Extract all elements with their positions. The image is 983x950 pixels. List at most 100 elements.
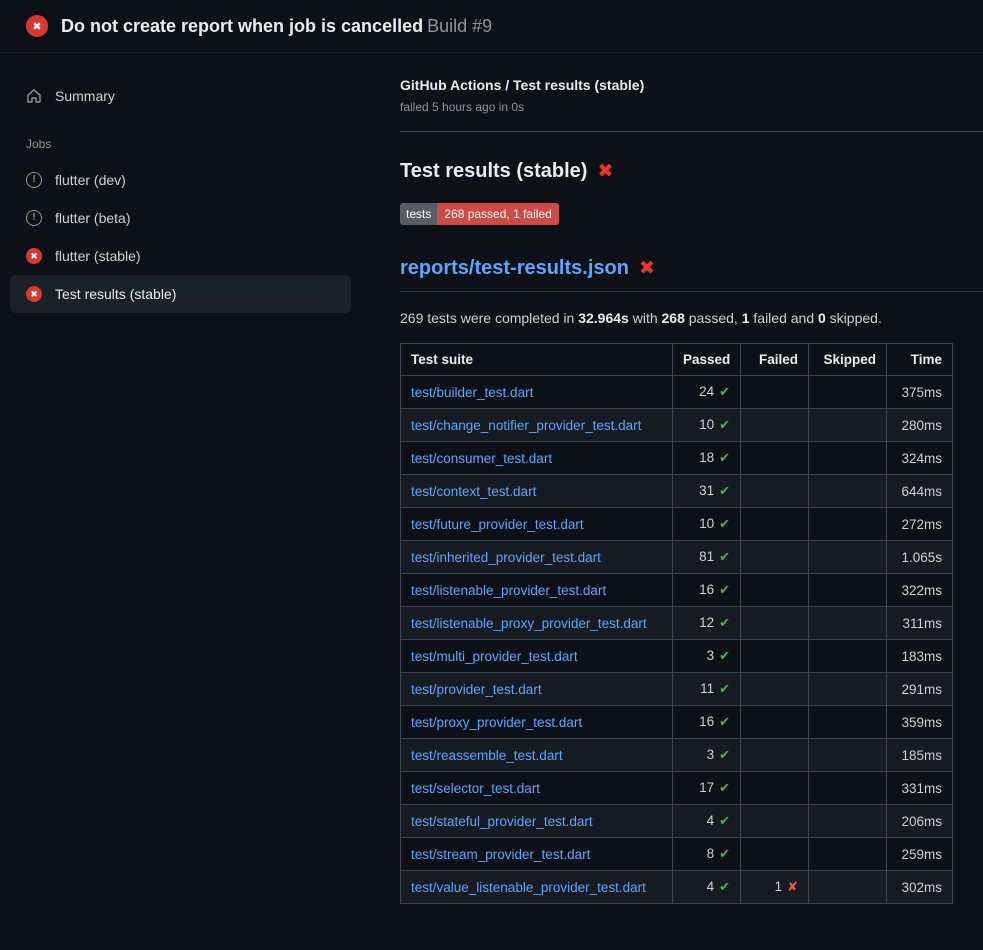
- check-icon: ✔: [719, 846, 730, 861]
- suite-link[interactable]: test/inherited_provider_test.dart: [411, 550, 601, 565]
- run-header: ✖ Do not create report when job is cance…: [0, 0, 983, 53]
- suite-link[interactable]: test/builder_test.dart: [411, 385, 533, 400]
- suite-link[interactable]: test/listenable_proxy_provider_test.dart: [411, 616, 647, 631]
- passed-cell: 3✔: [673, 640, 741, 673]
- neutral-status-icon: !: [26, 210, 42, 226]
- time-cell: 331ms: [887, 772, 953, 805]
- passed-cell: 24✔: [673, 376, 741, 409]
- col-header-skipped: Skipped: [809, 344, 887, 376]
- failed-cell: [741, 838, 809, 871]
- summary-duration: 32.964s: [578, 310, 629, 326]
- suite-link[interactable]: test/context_test.dart: [411, 484, 536, 499]
- results-table: Test suite Passed Failed Skipped Time te…: [400, 343, 953, 904]
- summary-text: failed and: [750, 310, 819, 326]
- check-icon: ✔: [719, 516, 730, 531]
- suite-link[interactable]: test/selector_test.dart: [411, 781, 540, 796]
- time-cell: 359ms: [887, 706, 953, 739]
- col-header-time: Time: [887, 344, 953, 376]
- report-heading: reports/test-results.json ✖: [400, 257, 983, 292]
- table-row: test/listenable_provider_test.dart 16✔ 3…: [401, 574, 953, 607]
- run-failed-status-icon: ✖: [26, 15, 48, 37]
- passed-cell: 16✔: [673, 706, 741, 739]
- pass-count: 12: [699, 615, 714, 630]
- failed-status-icon: ✖: [26, 286, 42, 302]
- time-cell: 644ms: [887, 475, 953, 508]
- fail-count: 1: [775, 879, 783, 894]
- suite-link[interactable]: test/consumer_test.dart: [411, 451, 552, 466]
- divider: [400, 131, 983, 132]
- col-header-test-suite: Test suite: [401, 344, 673, 376]
- failed-cell: [741, 574, 809, 607]
- check-icon: ✔: [719, 714, 730, 729]
- job-label: flutter (dev): [55, 172, 126, 188]
- passed-cell: 11✔: [673, 673, 741, 706]
- table-row: test/inherited_provider_test.dart 81✔ 1.…: [401, 541, 953, 574]
- pass-count: 17: [699, 780, 714, 795]
- table-row: test/multi_provider_test.dart 3✔ 183ms: [401, 640, 953, 673]
- suite-link[interactable]: test/provider_test.dart: [411, 682, 542, 697]
- check-icon: ✔: [719, 747, 730, 762]
- table-row: test/consumer_test.dart 18✔ 324ms: [401, 442, 953, 475]
- pass-count: 31: [699, 483, 714, 498]
- summary-text: 269 tests were completed in: [400, 310, 578, 326]
- skipped-cell: [809, 574, 887, 607]
- time-cell: 183ms: [887, 640, 953, 673]
- skipped-cell: [809, 376, 887, 409]
- report-file-link[interactable]: reports/test-results.json: [400, 257, 629, 280]
- failed-cell: [741, 475, 809, 508]
- table-header-row: Test suite Passed Failed Skipped Time: [401, 344, 953, 376]
- sidebar-job-item[interactable]: ! flutter (dev): [10, 161, 351, 199]
- cross-icon: ✘: [787, 879, 798, 894]
- suite-link[interactable]: test/future_provider_test.dart: [411, 517, 584, 532]
- run-build-number: Build #9: [427, 16, 492, 36]
- results-table-body: test/builder_test.dart 24✔ 375ms test/ch…: [401, 376, 953, 904]
- check-icon: ✔: [719, 681, 730, 696]
- suite-link[interactable]: test/change_notifier_provider_test.dart: [411, 418, 641, 433]
- check-icon: ✔: [719, 615, 730, 630]
- suite-link[interactable]: test/proxy_provider_test.dart: [411, 715, 582, 730]
- passed-cell: 17✔: [673, 772, 741, 805]
- check-icon: ✔: [719, 483, 730, 498]
- check-icon: ✔: [719, 417, 730, 432]
- check-icon: ✔: [719, 648, 730, 663]
- sidebar-job-item[interactable]: ! flutter (beta): [10, 199, 351, 237]
- sidebar: Summary Jobs ! flutter (dev) ! flutter (…: [10, 77, 351, 313]
- failed-cell: [741, 805, 809, 838]
- summary-failed-count: 1: [742, 310, 750, 326]
- suite-link[interactable]: test/stateful_provider_test.dart: [411, 814, 593, 829]
- col-header-passed: Passed: [673, 344, 741, 376]
- breadcrumb: GitHub Actions / Test results (stable): [400, 77, 983, 93]
- failed-cell: [741, 508, 809, 541]
- passed-cell: 4✔: [673, 805, 741, 838]
- sidebar-job-item[interactable]: ✖ Test results (stable): [10, 275, 351, 313]
- sidebar-job-item[interactable]: ✖ flutter (stable): [10, 237, 351, 275]
- suite-link[interactable]: test/multi_provider_test.dart: [411, 649, 578, 664]
- table-row: test/context_test.dart 31 ✔ 644ms: [401, 475, 953, 508]
- section-title: Test results (stable) ✖: [400, 160, 983, 183]
- table-row: test/listenable_proxy_provider_test.dart…: [401, 607, 953, 640]
- time-cell: 302ms: [887, 871, 953, 904]
- skipped-cell: [809, 442, 887, 475]
- pass-count: 8: [707, 846, 715, 861]
- failed-cell: [741, 409, 809, 442]
- pass-count: 4: [707, 813, 715, 828]
- summary-skipped-count: 0: [818, 310, 826, 326]
- table-row: test/future_provider_test.dart 10✔ 272ms: [401, 508, 953, 541]
- suite-link[interactable]: test/listenable_provider_test.dart: [411, 583, 606, 598]
- passed-cell: 12 ✔: [673, 607, 741, 640]
- skipped-cell: [809, 640, 887, 673]
- failed-cell: [741, 772, 809, 805]
- failed-cell: [741, 376, 809, 409]
- suite-link[interactable]: test/stream_provider_test.dart: [411, 847, 590, 862]
- skipped-cell: [809, 706, 887, 739]
- pass-count: 81: [699, 549, 714, 564]
- check-icon: ✔: [719, 582, 730, 597]
- cross-mark-icon: ✖: [639, 257, 655, 280]
- sidebar-jobs: ! flutter (dev) ! flutter (beta) ✖ flutt…: [10, 161, 351, 313]
- sidebar-item-summary[interactable]: Summary: [10, 77, 351, 115]
- failed-cell: 1✘: [741, 871, 809, 904]
- suite-link[interactable]: test/value_listenable_provider_test.dart: [411, 880, 646, 895]
- passed-cell: 81✔: [673, 541, 741, 574]
- time-cell: 259ms: [887, 838, 953, 871]
- suite-link[interactable]: test/reassemble_test.dart: [411, 748, 563, 763]
